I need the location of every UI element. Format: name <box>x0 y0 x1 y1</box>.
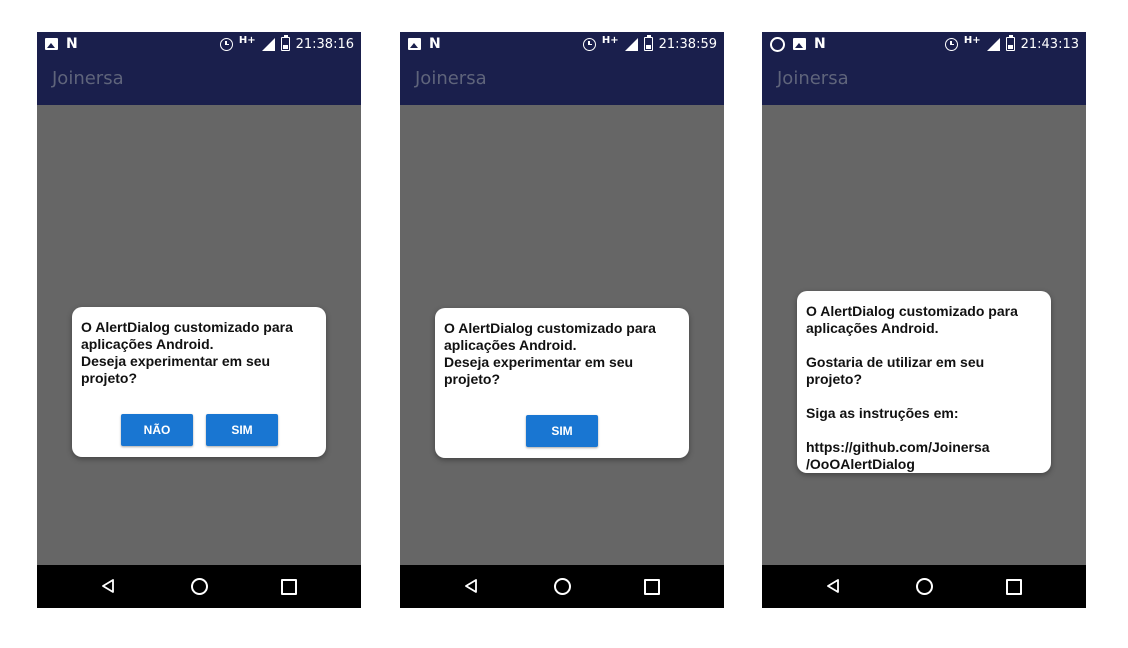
status-time: 21:43:13 <box>1020 36 1079 52</box>
network-type: H+ <box>238 34 256 46</box>
signal-icon <box>624 37 638 51</box>
status-time: 21:38:59 <box>658 36 717 52</box>
status-time: 21:38:16 <box>295 36 354 52</box>
alert-dialog: O AlertDialog customizado para aplicaçõe… <box>797 291 1051 473</box>
image-icon <box>408 38 421 50</box>
home-icon[interactable] <box>916 578 933 595</box>
network-type: H+ <box>601 34 619 46</box>
back-icon[interactable] <box>101 579 115 593</box>
recents-icon[interactable] <box>281 579 297 595</box>
alert-dialog: O AlertDialog customizado para aplicaçõe… <box>435 308 689 458</box>
status-bar: N H+ 21:43:13 <box>762 32 1086 56</box>
phone-screen-3: N H+ 21:43:13 Joinersa O AlertDialog cus… <box>762 32 1086 608</box>
recents-icon[interactable] <box>644 579 660 595</box>
n-icon: N <box>814 36 826 52</box>
signal-icon <box>986 37 1000 51</box>
sim-button[interactable]: SIM <box>526 415 598 447</box>
status-bar-system: H+ 21:38:59 <box>582 34 717 54</box>
signal-icon <box>261 37 275 51</box>
alarm-icon <box>944 37 958 51</box>
status-bar-notifications: N <box>770 36 826 52</box>
app-bar: Joinersa <box>400 56 724 105</box>
dialog-message: O AlertDialog customizado para aplicaçõe… <box>81 319 293 386</box>
phone-screen-2: N H+ 21:38:59 Joinersa O AlertDialog cus… <box>400 32 724 608</box>
battery-icon <box>1005 35 1015 51</box>
status-bar: N H+ 21:38:16 <box>37 32 361 56</box>
status-bar-system: H+ 21:38:16 <box>219 34 354 54</box>
network-type: H+ <box>963 34 981 46</box>
dimmed-background[interactable]: O AlertDialog customizado para aplicaçõe… <box>37 105 361 565</box>
app-title: Joinersa <box>52 68 124 89</box>
status-bar-system: H+ 21:43:13 <box>944 34 1079 54</box>
whatsapp-icon <box>770 36 785 52</box>
alert-dialog: O AlertDialog customizado para aplicaçõe… <box>72 307 326 457</box>
nao-button[interactable]: NÃO <box>121 414 193 446</box>
n-icon: N <box>429 36 441 52</box>
nav-bar <box>37 565 361 608</box>
dialog-message: O AlertDialog customizado para aplicaçõe… <box>444 320 656 387</box>
status-bar-notifications: N <box>45 36 78 52</box>
image-icon <box>45 38 58 50</box>
nav-bar <box>400 565 724 608</box>
back-icon[interactable] <box>826 579 840 593</box>
recents-icon[interactable] <box>1006 579 1022 595</box>
app-bar: Joinersa <box>762 56 1086 105</box>
nav-bar <box>762 565 1086 608</box>
back-icon[interactable] <box>464 579 478 593</box>
home-icon[interactable] <box>554 578 571 595</box>
sim-button[interactable]: SIM <box>206 414 278 446</box>
battery-icon <box>280 35 290 51</box>
status-bar-notifications: N <box>408 36 441 52</box>
dimmed-background[interactable]: O AlertDialog customizado para aplicaçõe… <box>762 105 1086 565</box>
image-icon <box>793 38 806 50</box>
dialog-message: O AlertDialog customizado para aplicaçõe… <box>806 303 1018 472</box>
dimmed-background[interactable]: O AlertDialog customizado para aplicaçõe… <box>400 105 724 565</box>
phone-screen-1: N H+ 21:38:16 Joinersa O AlertDialog cus… <box>37 32 361 608</box>
status-bar: N H+ 21:38:59 <box>400 32 724 56</box>
app-bar: Joinersa <box>37 56 361 105</box>
battery-icon <box>643 35 653 51</box>
alarm-icon <box>582 37 596 51</box>
home-icon[interactable] <box>191 578 208 595</box>
n-icon: N <box>66 36 78 52</box>
alarm-icon <box>219 37 233 51</box>
app-title: Joinersa <box>415 68 487 89</box>
app-title: Joinersa <box>777 68 849 89</box>
